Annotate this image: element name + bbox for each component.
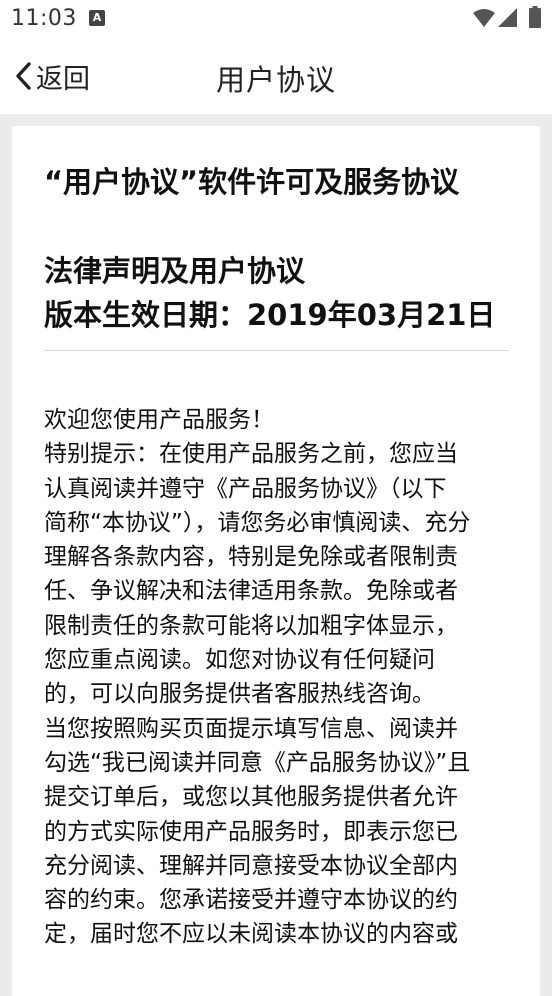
status-time: 11:03: [11, 6, 77, 31]
body-line: 认真阅读并遵守《产品服务协议》（以下: [44, 475, 447, 502]
agreement-content[interactable]: “用户协议”软件许可及服务协议 法律声明及用户协议 版本生效日期：2019年03…: [12, 126, 540, 996]
status-bar: 11:03 A: [0, 0, 552, 38]
signal-icon: [498, 8, 517, 27]
agreement-body: 欢迎您使用产品服务！ 特别提示：在使用产品服务之前，您应当 认真阅读并遵守《产品…: [44, 403, 514, 952]
body-line: 限制责任的条款可能将以加粗字体显示，: [44, 612, 458, 639]
a-letter-icon: A: [89, 10, 105, 26]
body-line: 您应重点阅读。如您对协议有任何疑问: [44, 647, 435, 674]
body-line: 充分阅读、理解并同意接受本协议全部内: [44, 852, 458, 879]
body-line: 特别提示：在使用产品服务之前，您应当: [44, 441, 458, 468]
body-line: 任、争议解决和法律适用条款。免除或者: [44, 578, 458, 605]
body-line: 勾选“我已阅读并同意《产品服务协议》”且: [44, 749, 471, 776]
wifi-icon: [473, 9, 495, 27]
body-line: 当您按照购买页面提示填写信息、阅读并: [44, 715, 458, 742]
body-line: 的，可以向服务提供者客服热线咨询。: [44, 681, 435, 708]
document-subtitle: 法律声明及用户协议: [44, 254, 306, 288]
document-title: “用户协议”软件许可及服务协议: [44, 165, 460, 199]
body-line: 理解各条款内容，特别是免除或者限制责: [44, 544, 458, 571]
body-line: 欢迎您使用产品服务！: [44, 407, 274, 433]
divider: [44, 350, 509, 351]
body-line: 简称“本协议”），请您务必审慎阅读、充分: [44, 509, 471, 536]
body-line: 的方式实际使用产品服务时，即表示您已: [44, 818, 458, 845]
body-line: 容的约束。您承诺接受并遵守本协议的约: [44, 887, 458, 914]
battery-icon: [529, 6, 541, 28]
effective-date: 版本生效日期：2019年03月21日: [44, 298, 496, 332]
body-line: 定，届时您不应以未阅读本协议的内容或: [44, 921, 458, 948]
body-line: 提交订单后，或您以其他服务提供者允许: [44, 784, 458, 811]
navigation-bar: 返回 用户协议: [0, 38, 552, 114]
page-title: 用户协议: [215, 63, 336, 97]
